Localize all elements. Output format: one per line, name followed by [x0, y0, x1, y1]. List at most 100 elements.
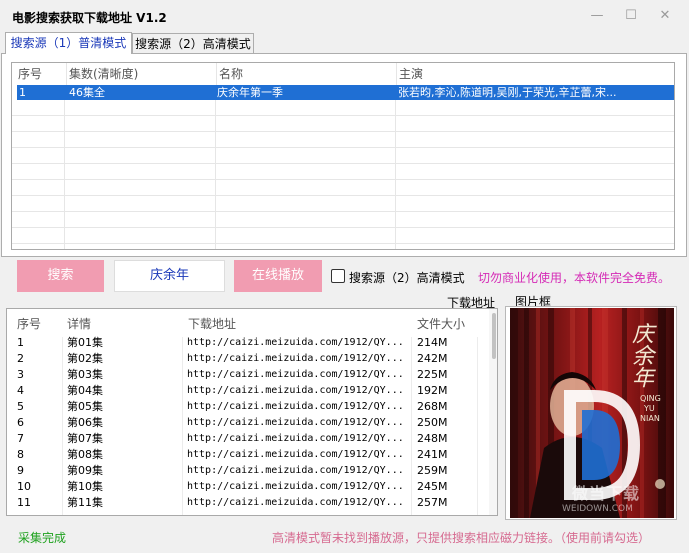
poster-title-cn: 庆余年	[628, 322, 653, 388]
cell-size: 248M	[417, 432, 448, 445]
cell-index: 8	[17, 448, 24, 461]
cell-url: http://caizi.meizuida.com/1912/QY...	[187, 497, 404, 508]
scrollbar-thumb[interactable]	[492, 313, 496, 359]
grid-row	[12, 164, 674, 180]
downloads-table[interactable]: 序号 详情 下载地址 文件大小 1 第01集 http://caizi.meiz…	[6, 308, 498, 516]
cell-url: http://caizi.meizuida.com/1912/QY...	[187, 449, 404, 460]
cell-detail: 第05集	[67, 400, 103, 413]
cell-detail: 第11集	[67, 496, 103, 509]
cell-index: 1	[17, 336, 24, 349]
window-title: 电影搜索获取下载地址 V1.2	[12, 11, 167, 25]
results-table[interactable]: 序号 集数(清晰度) 名称 主演 1 46集全 庆余年第一季 张若昀,李沁,陈道…	[11, 62, 675, 250]
cell-detail: 第09集	[67, 464, 103, 477]
cell-size: 242M	[417, 352, 448, 365]
close-button[interactable]: ✕	[653, 6, 677, 26]
cell-detail: 第10集	[67, 480, 103, 493]
grid-row	[12, 148, 674, 164]
cell-index: 1	[19, 86, 26, 99]
search-input[interactable]: 庆余年	[114, 260, 225, 292]
cell-detail: 第01集	[67, 336, 103, 349]
table-row[interactable]: 6 第06集 http://caizi.meizuida.com/1912/QY…	[7, 415, 489, 431]
cell-index: 11	[17, 496, 31, 509]
hd-mode-label[interactable]: 搜索源（2）高清模式	[349, 269, 465, 286]
poster-title-pin-2: YU	[644, 404, 655, 413]
cell-url: http://caizi.meizuida.com/1912/QY...	[187, 369, 404, 380]
cell-url: http://caizi.meizuida.com/1912/QY...	[187, 401, 404, 412]
cell-size: 250M	[417, 416, 448, 429]
cell-index: 9	[17, 464, 24, 477]
grid-row	[12, 116, 674, 132]
cell-size: 192M	[417, 384, 448, 397]
col-header-index[interactable]: 序号	[17, 313, 41, 335]
cell-index: 3	[17, 368, 24, 381]
cell-cast: 张若昀,李沁,陈道明,吴刚,于荣光,辛芷蕾,宋...	[398, 86, 617, 99]
play-online-button[interactable]: 在线播放	[234, 260, 322, 292]
cell-url: http://caizi.meizuida.com/1912/QY...	[187, 433, 404, 444]
table-row[interactable]: 3 第03集 http://caizi.meizuida.com/1912/QY…	[7, 367, 489, 383]
table-row[interactable]: 10 第10集 http://caizi.meizuida.com/1912/Q…	[7, 479, 489, 495]
cell-detail: 第03集	[67, 368, 103, 381]
grid-row	[12, 132, 674, 148]
cell-size: 245M	[417, 480, 448, 493]
cell-index: 7	[17, 432, 24, 445]
table-row[interactable]: 2 第02集 http://caizi.meizuida.com/1912/QY…	[7, 351, 489, 367]
cell-index: 5	[17, 400, 24, 413]
movie-poster: 庆余年 QING YU NIAN 微当下载 WEIDOWN.COM	[510, 308, 674, 518]
grid-row	[12, 180, 674, 196]
table-row-selected[interactable]: 1 46集全 庆余年第一季 张若昀,李沁,陈道明,吴刚,于荣光,辛芷蕾,宋...	[17, 85, 674, 100]
cell-size: 259M	[417, 464, 448, 477]
downloads-header: 序号 详情 下载地址 文件大小	[7, 309, 497, 337]
minimize-button[interactable]: —	[585, 6, 609, 26]
watermark-cn: 微当下载	[572, 484, 641, 503]
cell-detail: 第02集	[67, 352, 103, 365]
grid-row	[12, 100, 674, 116]
cell-url: http://caizi.meizuida.com/1912/QY...	[187, 465, 404, 476]
poster-title-pin-3: NIAN	[640, 414, 660, 423]
cell-url: http://caizi.meizuida.com/1912/QY...	[187, 481, 404, 492]
col-header-episodes[interactable]: 集数(清晰度)	[67, 63, 217, 85]
table-row[interactable]: 4 第04集 http://caizi.meizuida.com/1912/QY…	[7, 383, 489, 399]
cell-url: http://caizi.meizuida.com/1912/QY...	[187, 417, 404, 428]
cell-url: http://caizi.meizuida.com/1912/QY...	[187, 337, 404, 348]
tab-source-1[interactable]: 搜索源（1）普清模式	[5, 32, 132, 54]
cell-index: 10	[17, 480, 31, 493]
table-row[interactable]: 1 第01集 http://caizi.meizuida.com/1912/QY…	[7, 335, 489, 351]
table-row[interactable]: 7 第07集 http://caizi.meizuida.com/1912/QY…	[7, 431, 489, 447]
col-header-size[interactable]: 文件大小	[417, 313, 465, 335]
table-row[interactable]: 5 第05集 http://caizi.meizuida.com/1912/QY…	[7, 399, 489, 415]
hd-mode-note: 高清模式暂未找到播放源，只提供搜索相应磁力链接。（使用前请勾选）	[272, 531, 651, 545]
hd-mode-checkbox[interactable]	[331, 269, 345, 283]
table-row[interactable]: 9 第09集 http://caizi.meizuida.com/1912/QY…	[7, 463, 489, 479]
grid-row	[12, 212, 674, 228]
cell-detail: 第04集	[67, 384, 103, 397]
col-header-url[interactable]: 下载地址	[188, 313, 236, 335]
poster-title-pin-1: QING	[640, 394, 661, 403]
grid-row	[12, 196, 674, 212]
grid-row	[12, 228, 674, 244]
warning-text: 切勿商业化使用，本软件完全免费。	[478, 271, 671, 285]
cell-size: 268M	[417, 400, 448, 413]
cell-size: 214M	[417, 336, 448, 349]
cell-url: http://caizi.meizuida.com/1912/QY...	[187, 385, 404, 396]
cell-detail: 第06集	[67, 416, 103, 429]
cell-name: 庆余年第一季	[217, 86, 283, 99]
cell-index: 6	[17, 416, 24, 429]
search-button[interactable]: 搜索	[17, 260, 104, 292]
table-row[interactable]: 8 第08集 http://caizi.meizuida.com/1912/QY…	[7, 447, 489, 463]
col-header-cast[interactable]: 主演	[397, 63, 674, 85]
cell-size: 257M	[417, 496, 448, 509]
status-text: 采集完成	[18, 531, 67, 545]
col-header-index[interactable]: 序号	[12, 63, 67, 85]
col-header-name[interactable]: 名称	[217, 63, 397, 85]
watermark-text: WEIDOWN.COM	[562, 504, 633, 514]
cell-size: 241M	[417, 448, 448, 461]
cell-detail: 第07集	[67, 432, 103, 445]
maximize-button[interactable]: ☐	[619, 6, 643, 26]
col-header-detail[interactable]: 详情	[67, 313, 91, 335]
cell-episodes: 46集全	[69, 86, 105, 99]
cell-index: 2	[17, 352, 24, 365]
cell-url: http://caizi.meizuida.com/1912/QY...	[187, 353, 404, 364]
tab-source-2[interactable]: 搜索源（2）高清模式	[132, 33, 254, 53]
cell-size: 225M	[417, 368, 448, 381]
table-row[interactable]: 11 第11集 http://caizi.meizuida.com/1912/Q…	[7, 495, 489, 511]
